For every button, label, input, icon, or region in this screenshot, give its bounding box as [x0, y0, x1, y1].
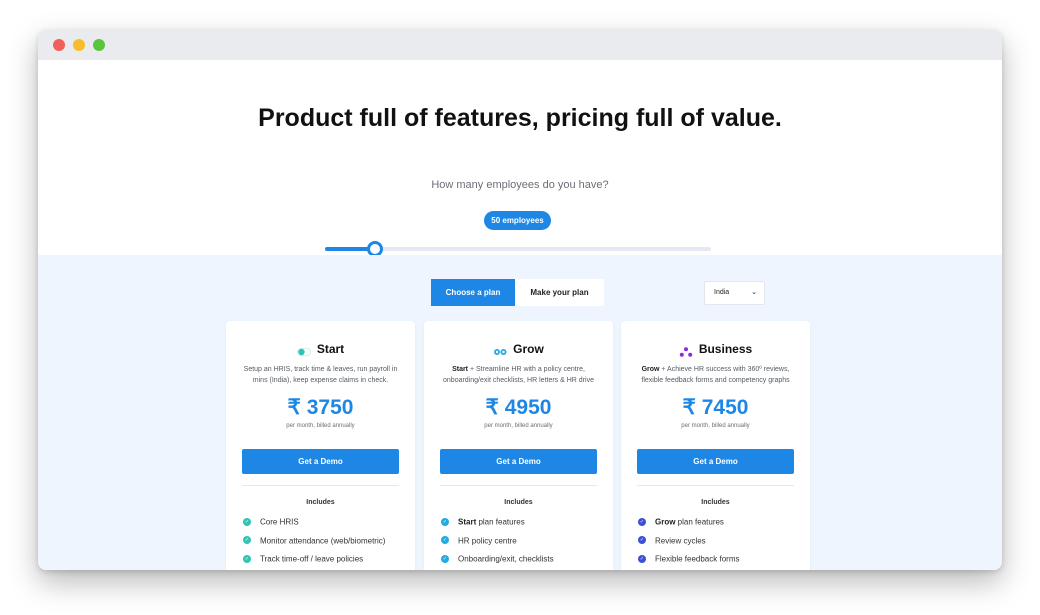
check-icon: ✓ — [441, 517, 449, 526]
feature-item: ✓ Core HRIS — [243, 517, 299, 527]
plan-card-start: Start Setup an HRIS, track time & leaves… — [226, 321, 415, 570]
tab-make-plan[interactable]: Make your plan — [515, 279, 604, 306]
divider — [440, 485, 597, 486]
check-icon: ✓ — [441, 554, 449, 563]
includes-heading: Includes — [306, 499, 335, 506]
feature-item: ✓ HR policy centre — [441, 535, 517, 545]
feature-list: ✓ Core HRIS ✓ Monitor attendance (web/biom… — [243, 517, 413, 570]
check-icon: ✓ — [243, 554, 251, 563]
divider — [242, 485, 399, 486]
minimize-window-button[interactable] — [73, 39, 85, 51]
feature-item: ✓ Review cycles — [638, 535, 706, 545]
includes-heading: Includes — [701, 499, 730, 506]
feature-item: ✓ Onboarding/exit, checklists — [441, 554, 554, 564]
feature-item: ✓ Monitor attendance (web/biometric) — [243, 535, 386, 545]
employee-count-badge: 50 employees — [484, 211, 551, 230]
check-icon: ✓ — [243, 536, 251, 545]
browser-window: Product full of features, pricing full o… — [38, 30, 1002, 570]
plan-price: ₹ 7450 — [682, 396, 749, 419]
plan-name: Grow — [513, 341, 544, 356]
employee-question: How many employees do you have? — [431, 179, 609, 191]
plan-header: Start — [226, 340, 415, 358]
plan-price: ₹ 3750 — [287, 396, 354, 419]
close-window-button[interactable] — [53, 39, 65, 51]
grow-dots-icon — [493, 344, 507, 355]
country-select[interactable]: India ⌄ — [704, 281, 765, 305]
billing-note: per month, billed annually — [286, 423, 355, 429]
plan-header: Business — [621, 340, 810, 358]
check-icon: ✓ — [638, 554, 646, 563]
window-titlebar — [38, 30, 1002, 60]
feature-item: ✓ Grow plan features — [638, 517, 724, 527]
plan-description: Start + Streamline HR with a policy cent… — [443, 366, 594, 384]
plan-description: Setup an HRIS, track time & leaves, run … — [243, 366, 398, 384]
divider — [637, 485, 794, 486]
feature-item: ✓ Start plan features — [441, 517, 525, 527]
get-demo-button[interactable]: Get a Demo — [440, 449, 597, 474]
check-icon: ✓ — [638, 517, 646, 526]
check-icon: ✓ — [243, 517, 251, 526]
feature-item: ✓ Flexible feedback forms — [638, 554, 740, 564]
feature-item: ✓ Track time-off / leave policies — [243, 554, 364, 564]
business-triangle-icon — [679, 344, 693, 357]
page-title: Product full of features, pricing full o… — [258, 104, 782, 132]
plan-name: Start — [316, 341, 345, 356]
plan-header: Grow — [424, 340, 613, 358]
feature-list: ✓ Start plan features ✓ HR policy centre ✓… — [441, 517, 611, 570]
get-demo-button[interactable]: Get a Demo — [242, 449, 399, 474]
plan-name: Business — [698, 341, 753, 356]
plan-card-business: Business Grow + Achieve HR success with … — [621, 321, 810, 570]
maximize-window-button[interactable] — [93, 39, 105, 51]
feature-list: ✓ Grow plan features ✓ Review cycles ✓ Flex… — [638, 517, 808, 570]
hero-section: Product full of features, pricing full o… — [38, 60, 1002, 257]
plan-description: Grow + Achieve HR success with 360º revi… — [641, 366, 790, 384]
billing-note: per month, billed annually — [681, 423, 750, 429]
plan-card-grow: Grow Start + Streamline HR with a policy… — [424, 321, 613, 570]
plans-section: Choose a plan Make your plan India ⌄ Sta… — [38, 255, 1002, 570]
plan-price: ₹ 4950 — [485, 396, 552, 419]
includes-heading: Includes — [504, 499, 533, 506]
tab-choose-plan[interactable]: Choose a plan — [431, 279, 515, 306]
get-demo-button[interactable]: Get a Demo — [637, 449, 794, 474]
check-icon: ✓ — [638, 536, 646, 545]
country-select-value: India — [714, 289, 730, 296]
check-icon: ✓ — [441, 536, 449, 545]
start-toggle-icon — [296, 344, 311, 356]
chevron-down-icon: ⌄ — [751, 289, 757, 296]
billing-note: per month, billed annually — [484, 423, 553, 429]
